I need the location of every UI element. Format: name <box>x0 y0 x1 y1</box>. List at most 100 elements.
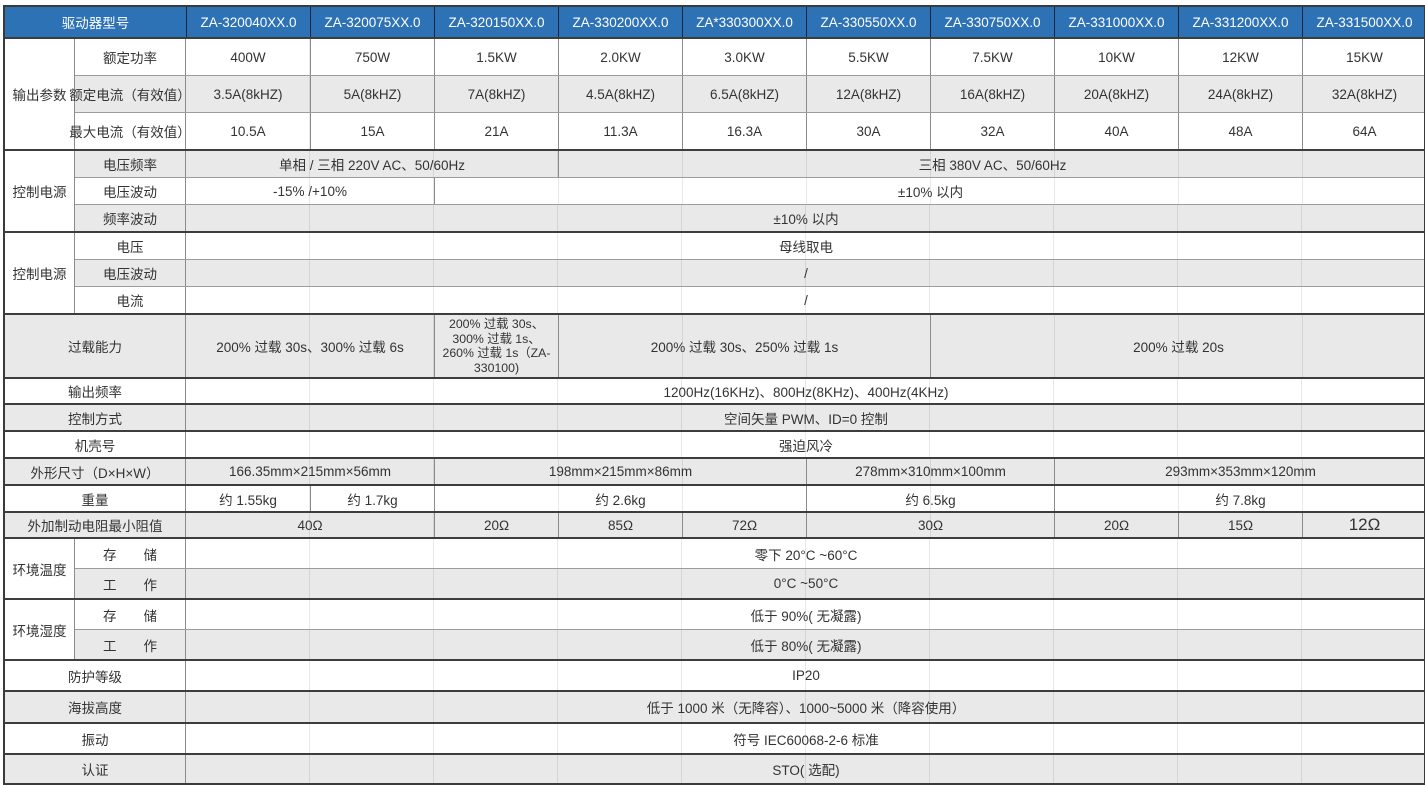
spec-value-cell: 15Ω <box>1178 513 1302 537</box>
group-rows: 输出频率1200Hz(16KHz)、800Hz(8KHz)、400Hz(4KHz… <box>5 379 1424 403</box>
spec-value-cell: 低于 80%( 无凝露) <box>186 630 1425 659</box>
group-rows: 重量约 1.55kg约 1.7kg约 2.6kg约 6.5kg约 7.8kg <box>5 486 1424 511</box>
spec-value-cell: 16.3A <box>682 113 806 149</box>
spec-value-cell: 6.5A(8kHZ) <box>682 76 806 112</box>
row-cells: 200% 过载 30s、300% 过载 6s200% 过载 30s、300% 过… <box>186 315 1424 377</box>
group-rows: 存 储零下 20°C ~60°C工 作0°C ~50°C <box>75 539 1424 598</box>
row-cells: 400W750W1.5KW2.0KW3.0KW5.5KW7.5KW10KW12K… <box>186 39 1424 75</box>
group-label: 环境湿度 <box>5 600 75 659</box>
row-label: 电压频率 <box>75 151 186 177</box>
spec-value-cell: 24A(8kHZ) <box>1178 76 1302 112</box>
spec-value-cell: 15A <box>310 113 434 149</box>
table-row: 控制方式空间矢量 PWM、ID=0 控制 <box>5 405 1424 430</box>
spec-group: 控制电源电压母线取电电压波动/电流/ <box>5 231 1424 313</box>
row-label: 电压波动 <box>75 260 186 286</box>
group-rows: 控制方式空间矢量 PWM、ID=0 控制 <box>5 405 1424 430</box>
spec-value-cell: 1200Hz(16KHz)、800Hz(8KHz)、400Hz(4KHz) <box>186 379 1425 403</box>
table-row: 频率波动±10% 以内 <box>75 204 1424 231</box>
table-row: 重量约 1.55kg约 1.7kg约 2.6kg约 6.5kg约 7.8kg <box>5 486 1424 511</box>
spec-value-cell: 12KW <box>1178 39 1302 75</box>
spec-value-cell: 12Ω <box>1302 513 1425 537</box>
spec-value-cell: / <box>186 260 1425 286</box>
spec-value-cell: 4.5A(8kHZ) <box>558 76 682 112</box>
drive-spec-table: 驱动器型号 ZA-320040XX.0ZA-320075XX.0ZA-32015… <box>3 5 1425 785</box>
row-label: 额定功率 <box>75 39 186 75</box>
spec-value-cell: 48A <box>1178 113 1302 149</box>
spec-value-cell: 198mm×215mm×86mm <box>434 459 806 484</box>
header-model-cell: ZA-320040XX.0 <box>186 7 310 37</box>
spec-group: 输出频率1200Hz(16KHz)、800Hz(8KHz)、400Hz(4KHz… <box>5 377 1424 403</box>
spec-value-cell: 5A(8kHZ) <box>310 76 434 112</box>
header-model-cell: ZA-331000XX.0 <box>1054 7 1178 37</box>
spec-value-cell: -15% /+10% <box>186 178 434 204</box>
spec-value-cell: 11.3A <box>558 113 682 149</box>
table-row: 最大电流（有效值）10.5A15A21A11.3A16.3A30A32A40A4… <box>75 112 1424 149</box>
spec-value-cell: ±10% 以内 <box>186 205 1425 231</box>
table-row: 振动符号 IEC60068-2-6 标准 <box>5 724 1424 753</box>
row-label: 存 储 <box>75 539 186 568</box>
spec-value-cell: 三相 380V AC、50/60Hz <box>558 151 1425 177</box>
row-cells: 0°C ~50°C <box>186 569 1424 598</box>
row-label: 控制方式 <box>5 405 186 430</box>
header-model-cell: ZA-331200XX.0 <box>1178 7 1302 37</box>
table-row: 电压母线取电 <box>75 233 1424 259</box>
row-label: 海拔高度 <box>5 692 186 722</box>
row-label: 防护等级 <box>5 661 186 690</box>
table-body: 输出参数额定功率400W750W1.5KW2.0KW3.0KW5.5KW7.5K… <box>5 37 1424 783</box>
spec-group: 环境湿度存 储低于 90%( 无凝露)工 作低于 80%( 无凝露) <box>5 598 1424 659</box>
row-label: 机壳号 <box>5 432 186 457</box>
group-rows: 过载能力200% 过载 30s、300% 过载 6s200% 过载 30s、30… <box>5 315 1424 377</box>
table-row: 输出频率1200Hz(16KHz)、800Hz(8KHz)、400Hz(4KHz… <box>5 379 1424 403</box>
spec-value-cell: 3.5A(8kHZ) <box>186 76 310 112</box>
row-label: 外加制动电阻最小阻值 <box>5 513 186 537</box>
spec-value-cell: 10.5A <box>186 113 310 149</box>
row-label: 电压波动 <box>75 178 186 204</box>
spec-value-cell: / <box>186 287 1425 313</box>
row-cells: -15% /+10%±10% 以内 <box>186 178 1424 204</box>
group-label: 控制电源 <box>5 151 75 231</box>
row-cells: 符号 IEC60068-2-6 标准 <box>186 724 1424 753</box>
spec-value-cell: 166.35mm×215mm×56mm <box>186 459 434 484</box>
spec-value-cell: 约 1.55kg <box>186 486 310 511</box>
row-cells: / <box>186 260 1424 286</box>
row-label: 过载能力 <box>5 315 186 377</box>
spec-value-cell: 200% 过载 20s <box>930 315 1425 377</box>
row-cells: 低于 1000 米（无降容）、1000~5000 米（降容使用） <box>186 692 1424 722</box>
spec-value-cell: 12A(8kHZ) <box>806 76 930 112</box>
spec-value-cell: 40A <box>1054 113 1178 149</box>
spec-value-cell: 约 2.6kg <box>434 486 806 511</box>
spec-value-cell: 1.5KW <box>434 39 558 75</box>
row-cells: IP20 <box>186 661 1424 690</box>
group-rows: 电压频率单相 / 三相 220V AC、50/60Hz三相 380V AC、50… <box>75 151 1424 231</box>
spec-group: 输出参数额定功率400W750W1.5KW2.0KW3.0KW5.5KW7.5K… <box>5 37 1424 149</box>
group-rows: 外加制动电阻最小阻值40Ω20Ω85Ω72Ω30Ω20Ω15Ω12Ω <box>5 513 1424 537</box>
spec-value-cell: 3.0KW <box>682 39 806 75</box>
group-rows: 电压母线取电电压波动/电流/ <box>75 233 1424 313</box>
row-cells: 1200Hz(16KHz)、800Hz(8KHz)、400Hz(4KHz) <box>186 379 1424 403</box>
spec-group: 控制电源电压频率单相 / 三相 220V AC、50/60Hz三相 380V A… <box>5 149 1424 231</box>
spec-value-cell: 21A <box>434 113 558 149</box>
row-label: 电压 <box>75 233 186 259</box>
spec-group: 防护等级IP20 <box>5 659 1424 690</box>
header-model-label: 驱动器型号 <box>5 7 186 37</box>
row-cells: 10.5A15A21A11.3A16.3A30A32A40A48A64A <box>186 113 1424 149</box>
row-cells: 零下 20°C ~60°C <box>186 539 1424 568</box>
table-row: 存 储低于 90%( 无凝露) <box>75 600 1424 629</box>
spec-value-cell: 32A <box>930 113 1054 149</box>
table-row: 存 储零下 20°C ~60°C <box>75 539 1424 568</box>
table-row: 机壳号强迫风冷 <box>5 432 1424 457</box>
spec-value-cell: 单相 / 三相 220V AC、50/60Hz <box>186 151 558 177</box>
table-row: 防护等级IP20 <box>5 661 1424 690</box>
spec-group: 过载能力200% 过载 30s、300% 过载 6s200% 过载 30s、30… <box>5 313 1424 377</box>
header-model-cell: ZA-330200XX.0 <box>558 7 682 37</box>
group-rows: 振动符号 IEC60068-2-6 标准 <box>5 724 1424 753</box>
row-label: 频率波动 <box>75 205 186 231</box>
row-label: 输出频率 <box>5 379 186 403</box>
spec-value-cell: 16A(8kHZ) <box>930 76 1054 112</box>
spec-value-cell: 空间矢量 PWM、ID=0 控制 <box>186 405 1425 430</box>
header-model-cell: ZA-330550XX.0 <box>806 7 930 37</box>
group-rows: 额定功率400W750W1.5KW2.0KW3.0KW5.5KW7.5KW10K… <box>75 39 1424 149</box>
row-cells: 低于 80%( 无凝露) <box>186 630 1424 659</box>
table-row: 额定功率400W750W1.5KW2.0KW3.0KW5.5KW7.5KW10K… <box>75 39 1424 75</box>
row-cells: 3.5A(8kHZ)5A(8kHZ)7A(8kHZ)4.5A(8kHZ)6.5A… <box>186 76 1424 112</box>
